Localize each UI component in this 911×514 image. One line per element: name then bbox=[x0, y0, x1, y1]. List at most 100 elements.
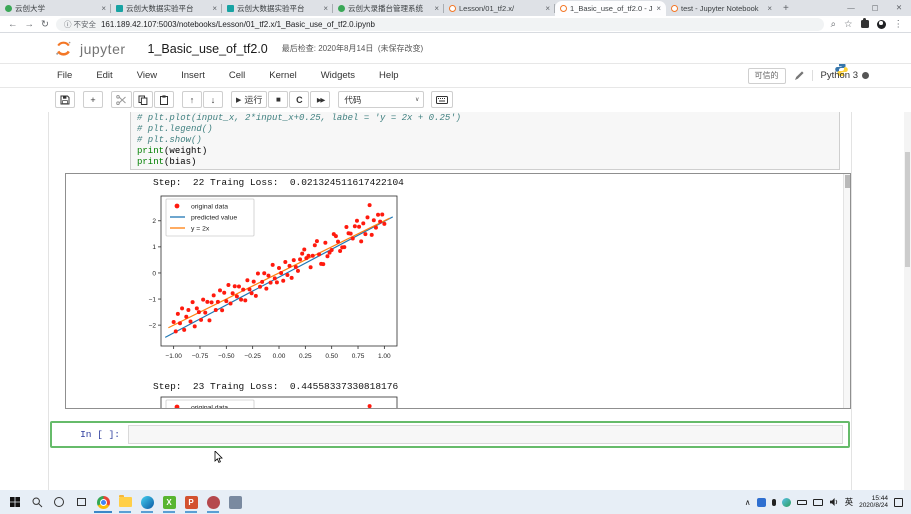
taskbar-chrome[interactable] bbox=[92, 490, 114, 514]
display-icon[interactable] bbox=[813, 499, 823, 506]
notebook-left-border bbox=[48, 112, 49, 490]
svg-text:predicted value: predicted value bbox=[191, 214, 237, 221]
address-bar[interactable]: ⓘ不安全 161.189.42.107:5003/notebooks/Lesso… bbox=[56, 18, 824, 31]
selected-empty-cell[interactable]: In [ ]: bbox=[50, 421, 850, 448]
browser-tab-7[interactable]: test - Jupyter Notebook × bbox=[666, 1, 777, 16]
cortana-button[interactable] bbox=[48, 490, 70, 514]
taskbar-powerpoint[interactable]: P bbox=[180, 490, 202, 514]
jupyter-wordmark[interactable]: jupyter bbox=[80, 41, 126, 57]
site-favicon bbox=[227, 5, 234, 12]
tray-blue-app-icon[interactable] bbox=[757, 498, 766, 507]
browser-tab-5[interactable]: Lesson/01_tf2.x/ × bbox=[444, 1, 555, 16]
svg-text:y = 2x: y = 2x bbox=[191, 225, 210, 232]
menu-view[interactable]: View bbox=[137, 70, 157, 81]
taskbar-xshell[interactable]: X bbox=[158, 490, 180, 514]
not-secure-badge[interactable]: ⓘ不安全 bbox=[64, 19, 96, 30]
output-scrollbar-thumb[interactable] bbox=[845, 175, 850, 188]
bookmark-star-icon[interactable]: ☆ bbox=[844, 19, 853, 30]
tray-expand-chevron-icon[interactable]: ∧ bbox=[745, 498, 751, 507]
menu-widgets[interactable]: Widgets bbox=[321, 70, 355, 81]
matplotlib-figure: −1.00−0.75−0.50−0.250.000.250.500.751.00… bbox=[141, 191, 403, 369]
menu-cell[interactable]: Cell bbox=[229, 70, 245, 81]
tab-close-icon[interactable]: × bbox=[767, 4, 772, 13]
floppy-icon bbox=[60, 95, 70, 105]
browser-toolbar: ← → ↻ ⓘ不安全 161.189.42.107:5003/notebooks… bbox=[0, 16, 911, 33]
notebook-title[interactable]: 1_Basic_use_of_tf2.0 bbox=[148, 42, 268, 56]
jupyter-logo-icon[interactable] bbox=[55, 40, 72, 57]
output-scrollbar[interactable] bbox=[843, 174, 850, 408]
save-button[interactable] bbox=[55, 91, 75, 108]
restart-kernel-button[interactable]: C bbox=[289, 91, 309, 108]
taskbar-clock[interactable]: 15:44 2020/8/24 bbox=[859, 495, 888, 510]
tab-close-icon[interactable]: × bbox=[323, 4, 328, 13]
browser-tabstrip: 云创大学 × 云创大数据实验平台 × 云创大数据实验平台 × 云创大录播台管理系… bbox=[0, 0, 911, 16]
tab-close-icon[interactable]: × bbox=[656, 4, 661, 13]
menu-insert[interactable]: Insert bbox=[181, 70, 205, 81]
clock-date: 2020/8/24 bbox=[859, 502, 888, 510]
minimize-button[interactable]: — bbox=[839, 0, 863, 16]
taskbar-edge[interactable] bbox=[136, 490, 158, 514]
browser-tab-active[interactable]: 1_Basic_use_of_tf2.0 - Jupyter × bbox=[555, 1, 666, 16]
taskbar-app-red[interactable] bbox=[202, 490, 224, 514]
code-cell-input[interactable]: # plt.plot(input_x, 2*input_x+0.25, labe… bbox=[130, 112, 840, 170]
extensions-icon[interactable] bbox=[861, 20, 869, 28]
command-palette-button[interactable] bbox=[431, 91, 453, 108]
taskbar-file-explorer[interactable] bbox=[114, 490, 136, 514]
menu-file[interactable]: File bbox=[57, 70, 72, 81]
trusted-button[interactable]: 可信的 bbox=[748, 68, 786, 84]
interrupt-kernel-button[interactable]: ■ bbox=[268, 91, 288, 108]
browser-tab-3[interactable]: 云创大数据实验平台 × bbox=[222, 1, 333, 16]
input-method-indicator[interactable]: 英 bbox=[845, 496, 854, 508]
menu-help[interactable]: Help bbox=[379, 70, 399, 81]
menu-kernel[interactable]: Kernel bbox=[269, 70, 296, 81]
move-cell-up-button[interactable]: ↑ bbox=[182, 91, 202, 108]
action-center-icon[interactable] bbox=[894, 498, 903, 507]
back-icon[interactable]: ← bbox=[8, 19, 18, 30]
move-cell-down-button[interactable]: ↓ bbox=[203, 91, 223, 108]
browser-tab-2[interactable]: 云创大数据实验平台 × bbox=[111, 1, 222, 16]
task-view-icon bbox=[76, 497, 87, 507]
page-scrollbar[interactable] bbox=[904, 112, 911, 490]
gray-app-icon bbox=[229, 496, 242, 509]
output-scroll-box[interactable]: Step: 22 Traing Loss: 0.0213245116174221… bbox=[65, 173, 851, 409]
site-favicon bbox=[116, 5, 123, 12]
cell-type-select[interactable]: 代码 ∨ bbox=[338, 91, 424, 108]
zoom-icon[interactable]: ⌕ bbox=[831, 19, 836, 30]
tab-close-icon[interactable]: × bbox=[101, 4, 106, 13]
tab-title: test - Jupyter Notebook bbox=[681, 4, 764, 13]
tab-close-icon[interactable]: × bbox=[212, 4, 217, 13]
forward-icon[interactable]: → bbox=[25, 19, 35, 30]
start-button[interactable] bbox=[4, 490, 26, 514]
battery-icon[interactable] bbox=[797, 500, 807, 505]
kebab-menu-icon[interactable]: ⋮ bbox=[894, 19, 904, 30]
taskbar-app-gray[interactable] bbox=[224, 490, 246, 514]
cut-cells-button[interactable] bbox=[111, 91, 132, 108]
paste-cells-button[interactable] bbox=[154, 91, 174, 108]
run-cell-button[interactable]: ▶运行 bbox=[231, 91, 267, 108]
jupyter-page: jupyter 1_Basic_use_of_tf2.0 最后检查: 2020年… bbox=[0, 34, 911, 490]
task-view-button[interactable] bbox=[70, 490, 92, 514]
maximize-button[interactable]: ▢ bbox=[863, 0, 887, 16]
menu-edit[interactable]: Edit bbox=[96, 70, 112, 81]
output-step-22: Step: 22 Traing Loss: 0.0213245116174221… bbox=[153, 177, 404, 188]
tab-close-icon[interactable]: × bbox=[545, 4, 550, 13]
browser-tab-1[interactable]: 云创大学 × bbox=[0, 1, 111, 16]
close-button[interactable]: ✕ bbox=[887, 0, 911, 16]
network-icon[interactable] bbox=[782, 498, 791, 507]
add-cell-button[interactable]: + bbox=[83, 91, 103, 108]
system-tray: ∧ 英 15:44 2020/8/24 bbox=[745, 495, 907, 510]
reload-icon[interactable]: ↻ bbox=[41, 19, 49, 30]
new-tab-button[interactable]: + bbox=[783, 3, 789, 14]
copy-cells-button[interactable] bbox=[133, 91, 153, 108]
page-scrollbar-thumb[interactable] bbox=[905, 152, 910, 267]
jupyter-menubar: File Edit View Insert Cell Kernel Widget… bbox=[0, 63, 911, 88]
input-prompt: In [ ]: bbox=[52, 429, 128, 440]
volume-icon[interactable] bbox=[829, 497, 839, 507]
code-input-area[interactable] bbox=[128, 425, 843, 444]
taskbar-search-button[interactable] bbox=[26, 490, 48, 514]
tab-close-icon[interactable]: × bbox=[434, 4, 439, 13]
microphone-icon[interactable] bbox=[772, 499, 776, 506]
restart-run-all-button[interactable]: ▶▶ bbox=[310, 91, 330, 108]
browser-tab-4[interactable]: 云创大录播台管理系统 × bbox=[333, 1, 444, 16]
profile-avatar[interactable] bbox=[877, 20, 886, 29]
